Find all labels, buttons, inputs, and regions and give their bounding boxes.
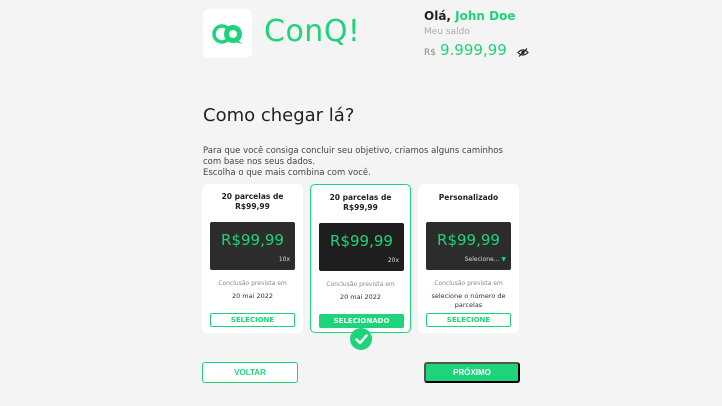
description-line-1: Para que você consiga concluir seu objet…	[203, 146, 503, 167]
description-line-2: Escolha o que mais combina com você.	[203, 168, 371, 178]
balance-amount: 9.999,99	[439, 41, 507, 59]
select-button[interactable]: SELECIONE	[210, 313, 295, 327]
eye-off-icon[interactable]	[516, 42, 529, 61]
installments-count: 20x	[387, 257, 399, 264]
plan-card-custom[interactable]: Personalizado R$99,99 Selecione... ▼ Con…	[418, 184, 519, 333]
greeting-prefix: Olá,	[424, 9, 451, 23]
user-name: John Doe	[455, 9, 516, 23]
conclusion-label: Conclusão prevista em	[218, 280, 287, 287]
balance-label: Meu saldo	[424, 27, 470, 37]
installments-count: 10x	[278, 256, 290, 263]
price-box: R$99,99 Selecione... ▼	[426, 222, 511, 270]
page-title: Como chegar lá?	[203, 105, 355, 126]
plan-price: R$99,99	[221, 231, 284, 249]
select-button[interactable]: SELECIONE	[426, 313, 511, 327]
plan-card-title: Personalizado	[438, 193, 499, 202]
plan-card-1[interactable]: 20 parcelas de R$99,99 R$99,99 10x Concl…	[202, 184, 303, 333]
conclusion-hint: selecione o número de parcelas	[431, 292, 506, 309]
next-button[interactable]: PRÓXIMO	[424, 362, 520, 383]
greeting: Olá, John Doe	[424, 9, 516, 23]
check-circle-icon	[350, 328, 372, 350]
logo-icon	[211, 23, 242, 44]
conclusion-date: 20 mai 2022	[339, 293, 382, 301]
conclusion-label: Conclusão prevista em	[434, 280, 503, 287]
caret-down-icon: ▼	[501, 256, 506, 263]
balance-currency: R$	[424, 48, 436, 58]
plan-price: R$99,99	[330, 232, 393, 250]
plan-price: R$99,99	[437, 231, 500, 249]
conclusion-label: Conclusão prevista em	[326, 281, 395, 288]
price-box: R$99,99 10x	[210, 222, 295, 270]
conclusion-date: 20 mai 2022	[231, 292, 274, 300]
brand-name: ConQ!	[264, 14, 361, 49]
plan-card-2[interactable]: 20 parcelas de R$99,99 R$99,99 20x Concl…	[310, 184, 411, 333]
logo	[203, 9, 252, 58]
selected-button[interactable]: SELECIONADO	[319, 314, 404, 328]
plan-card-title: 20 parcelas de R$99,99	[329, 193, 392, 212]
installments-select-value: Selecione...	[464, 256, 500, 263]
installments-select[interactable]: Selecione... ▼	[465, 256, 506, 263]
plan-card-title: 20 parcelas de R$99,99	[221, 192, 284, 211]
balance: R$ 9.999,99	[424, 40, 529, 59]
back-button[interactable]: VOLTAR	[202, 362, 298, 383]
page-description: Para que você consiga concluir seu objet…	[203, 146, 523, 179]
price-box: R$99,99 20x	[319, 223, 404, 271]
